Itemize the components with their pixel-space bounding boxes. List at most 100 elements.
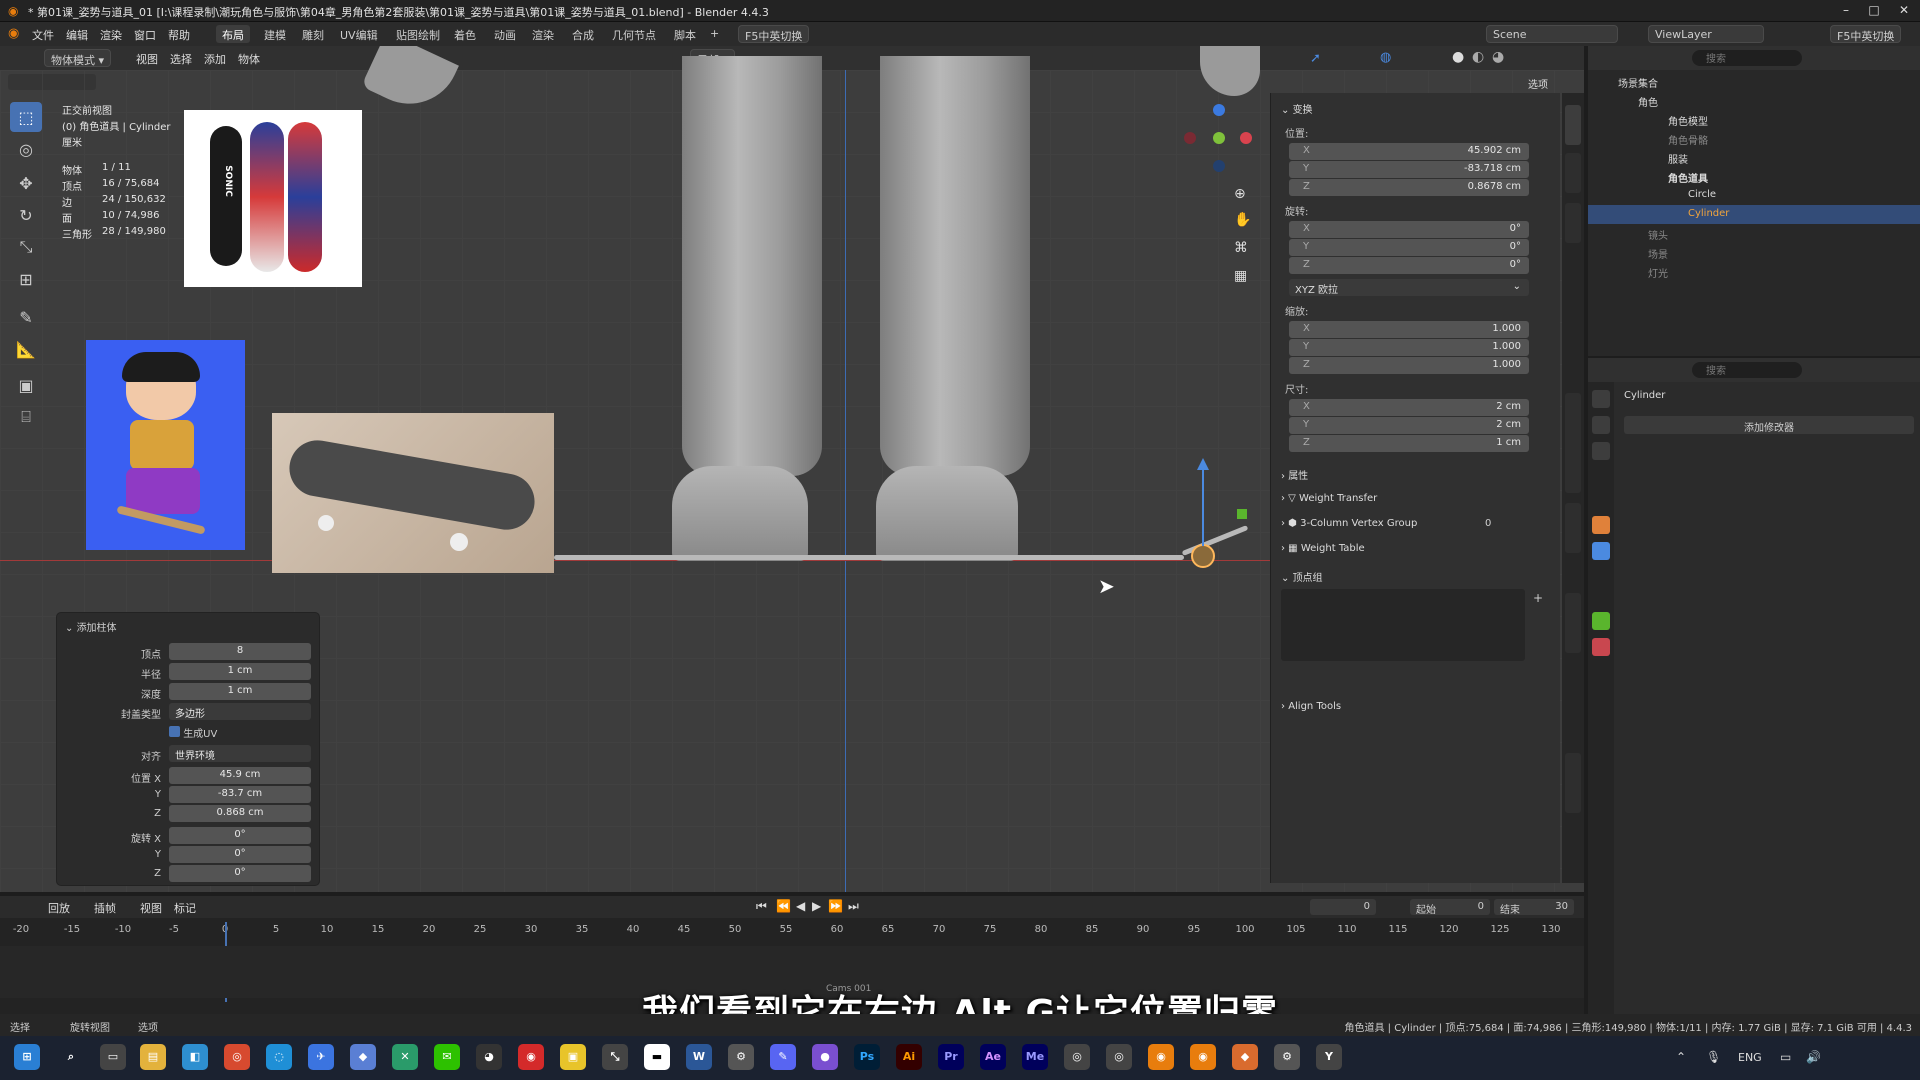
material-props-tab-icon[interactable] xyxy=(1592,638,1610,656)
outliner-row[interactable]: 场景集合 xyxy=(1588,72,1920,91)
vertex-groups-section-header[interactable]: ⌄ 顶点组 xyxy=(1281,569,1323,584)
tab-modeling[interactable]: 建模 xyxy=(258,25,292,43)
language-indicator[interactable]: ENG xyxy=(1738,1051,1762,1064)
op-rot-y-row[interactable]: Y 0° xyxy=(57,846,321,865)
mode-selector[interactable]: 物体模式 ▾ xyxy=(44,49,112,67)
netease-music-icon[interactable]: ◉ xyxy=(518,1044,544,1070)
navigation-gizmo[interactable] xyxy=(1180,100,1252,172)
outliner-row[interactable]: 服装 xyxy=(1588,148,1920,167)
maximize-icon[interactable]: □ xyxy=(1866,3,1882,19)
zoom-icon[interactable]: ⊕ xyxy=(1234,186,1246,202)
cursor-tool-icon[interactable]: ◎ xyxy=(10,134,42,164)
properties-search-input[interactable]: 搜索 xyxy=(1692,362,1802,378)
illustrator-icon[interactable]: Ai xyxy=(896,1044,922,1070)
select-box-tool-icon[interactable]: ⬚ xyxy=(10,102,42,132)
weight-table-panel[interactable]: › ▦ Weight Table xyxy=(1281,543,1365,554)
menu-edit[interactable]: 编辑 xyxy=(66,27,88,43)
solid-shading-icon[interactable]: ● xyxy=(1452,49,1464,65)
add-workspace-icon[interactable]: + xyxy=(704,25,725,43)
scale-x-field[interactable]: X 1.000 xyxy=(1289,321,1529,338)
ortho-toggle-icon[interactable]: ▦ xyxy=(1234,268,1247,284)
tab-zen-uv[interactable] xyxy=(1565,393,1581,493)
qq-icon[interactable]: ◕ xyxy=(476,1044,502,1070)
op-rot-x-row[interactable]: 旋转 X 0° xyxy=(57,827,321,846)
gizmo-axis-x[interactable] xyxy=(1240,132,1252,144)
tab-machin3[interactable] xyxy=(1565,753,1581,813)
rotation-mode-select[interactable]: XYZ 欧拉 ⌄ xyxy=(1289,279,1529,296)
volume-icon[interactable]: 🔊 xyxy=(1806,1050,1821,1064)
chrome-icon[interactable]: ◎ xyxy=(224,1044,250,1070)
op-depth-row[interactable]: 深度 1 cm xyxy=(57,683,321,702)
menu-help[interactable]: 帮助 xyxy=(168,27,190,43)
gizmo-axis-neg-x[interactable] xyxy=(1184,132,1196,144)
tab-layout[interactable]: 布局 xyxy=(216,25,250,43)
object-props-tab-icon[interactable] xyxy=(1592,516,1610,534)
app-icon[interactable]: ⤡ xyxy=(602,1044,628,1070)
search-icon[interactable]: ⌕ xyxy=(58,1044,84,1070)
file-explorer-icon[interactable]: ▤ xyxy=(140,1044,166,1070)
vertex-groups-list[interactable] xyxy=(1281,589,1525,661)
scene-selector[interactable]: Scene xyxy=(1486,25,1618,43)
viewlayer-selector[interactable]: ViewLayer xyxy=(1648,25,1764,43)
gizmo-z-arrow-head[interactable] xyxy=(1197,458,1209,470)
tab-uv[interactable]: UV编辑 xyxy=(334,25,384,43)
op-vertices-row[interactable]: 顶点 8 xyxy=(57,643,321,662)
reference-image-skateboard[interactable] xyxy=(272,413,554,573)
scene-switch-button[interactable]: F5中英切换 xyxy=(1830,25,1902,43)
outliner-row[interactable]: 角色道具 xyxy=(1588,167,1920,186)
vmenu-select[interactable]: 选择 xyxy=(170,51,192,67)
outliner-row[interactable]: 角色 xyxy=(1588,91,1920,110)
add-cylinder-tool-icon[interactable]: ⌸ xyxy=(10,402,42,432)
gizmo-axis-neg-z[interactable] xyxy=(1213,160,1225,172)
tab-rendering[interactable]: 渲染 xyxy=(526,25,560,43)
app-icon[interactable]: Y xyxy=(1316,1044,1342,1070)
vertex-group-panel[interactable]: › ⬢ 3-Column Vertex Group xyxy=(1281,518,1417,529)
gizmo-axis-z[interactable] xyxy=(1213,104,1225,116)
scale-z-field[interactable]: Z 1.000 xyxy=(1289,357,1529,374)
operator-title[interactable]: ⌄ 添加柱体 xyxy=(65,619,117,634)
app-icon[interactable]: ⚙ xyxy=(1274,1044,1300,1070)
op-cap-type-row[interactable]: 封盖类型 多边形 xyxy=(57,703,321,722)
render-props-tab-icon[interactable] xyxy=(1592,416,1610,434)
op-align-row[interactable]: 对齐 世界环境 xyxy=(57,745,321,764)
outliner-row[interactable]: Circle xyxy=(1588,186,1920,205)
tab-view[interactable] xyxy=(1565,203,1581,243)
word-icon[interactable]: W xyxy=(686,1044,712,1070)
language-switch-button[interactable]: F5中英切换 xyxy=(738,25,810,43)
camera-view-icon[interactable]: ⌘ xyxy=(1234,240,1248,256)
dimension-z-field[interactable]: Z 1 cm xyxy=(1289,435,1529,452)
op-radius-row[interactable]: 半径 1 cm xyxy=(57,663,321,682)
output-props-tab-icon[interactable] xyxy=(1592,442,1610,460)
rendered-shading-icon[interactable]: ◕ xyxy=(1492,49,1504,65)
tool-props-tab-icon[interactable] xyxy=(1592,390,1610,408)
tab-tool[interactable] xyxy=(1565,153,1581,193)
settings-icon[interactable]: ⚙ xyxy=(728,1044,754,1070)
tab-geometry-nodes[interactable]: 几何节点 xyxy=(606,25,662,43)
material-shading-icon[interactable]: ◐ xyxy=(1472,49,1484,65)
app-icon[interactable]: ◆ xyxy=(1232,1044,1258,1070)
tab-scripting[interactable]: 脚本 xyxy=(668,25,702,43)
menu-file[interactable]: 文件 xyxy=(32,27,54,43)
app-icon[interactable]: ✈ xyxy=(308,1044,334,1070)
app-icon[interactable]: ✕ xyxy=(392,1044,418,1070)
attributes-section-header[interactable]: › 属性 xyxy=(1281,467,1308,482)
location-z-field[interactable]: Z 0.8678 cm xyxy=(1289,179,1529,196)
overlay-toggle-icon[interactable]: ◍ xyxy=(1380,50,1391,65)
gizmo-z-arrow[interactable] xyxy=(1202,466,1204,546)
align-tools-section-header[interactable]: › Align Tools xyxy=(1281,701,1341,712)
tab-sculpt[interactable]: 雕刻 xyxy=(296,25,330,43)
tab-real-snow[interactable] xyxy=(1565,593,1581,653)
microphone-icon[interactable]: 🎙 xyxy=(1706,1050,1721,1064)
outliner-row[interactable]: 场景 xyxy=(1588,243,1920,262)
tab-item[interactable] xyxy=(1565,105,1581,145)
photoshop-icon[interactable]: Ps xyxy=(854,1044,880,1070)
rotation-x-field[interactable]: X 0° xyxy=(1289,221,1529,238)
dimension-y-field[interactable]: Y 2 cm xyxy=(1289,417,1529,434)
timeline-ruler[interactable]: -20-15-10-505101520253035404550556065707… xyxy=(0,896,1584,946)
location-x-field[interactable]: X 45.902 cm xyxy=(1289,143,1529,160)
op-rot-z-row[interactable]: Z 0° xyxy=(57,865,321,884)
outliner-row[interactable]: 镜头 xyxy=(1588,224,1920,243)
op-loc-x-row[interactable]: 位置 X 45.9 cm xyxy=(57,767,321,786)
blender-icon[interactable]: ◉ xyxy=(1148,1044,1174,1070)
premiere-icon[interactable]: Pr xyxy=(938,1044,964,1070)
